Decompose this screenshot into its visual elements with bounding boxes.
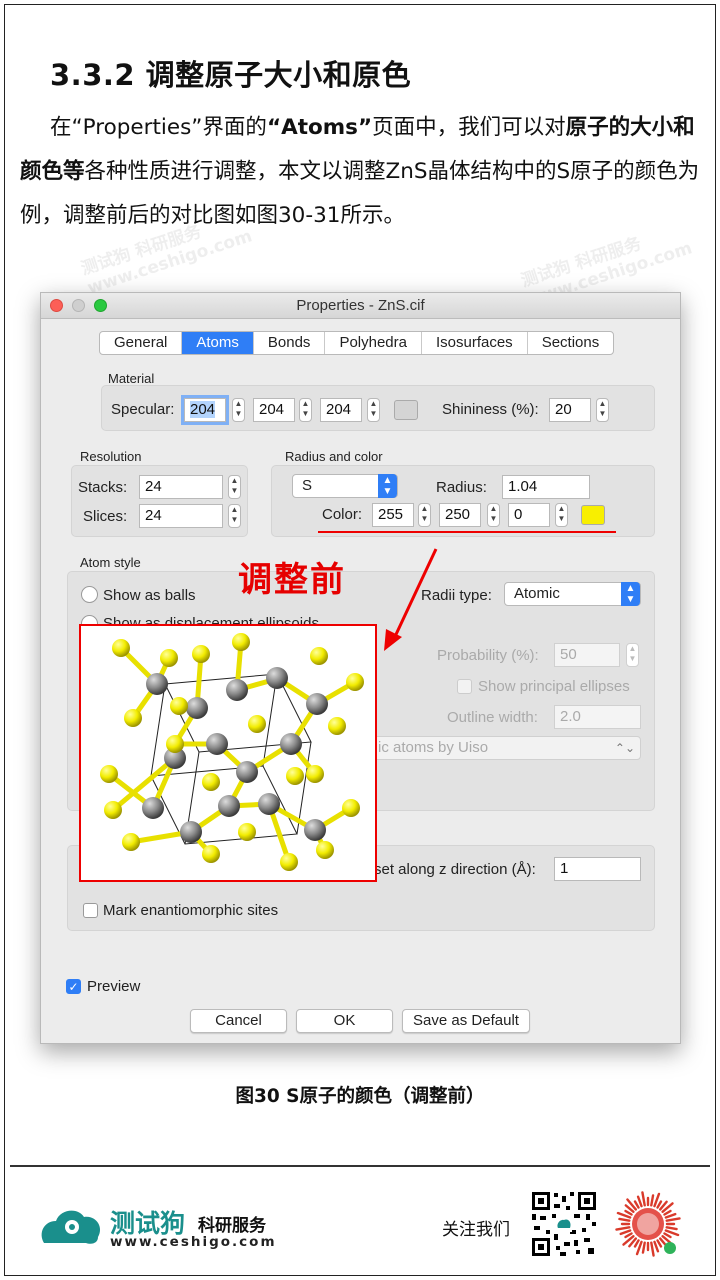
intro-paragraph: 在“Properties”界面的“Atoms”页面中，我们可以对原子的大小和颜色…: [20, 115, 700, 228]
tab-sections[interactable]: Sections: [528, 332, 614, 354]
code-ray: [663, 1209, 672, 1216]
stacks-input[interactable]: 24: [139, 475, 223, 499]
radii-type-select[interactable]: Atomic ▲ ▼: [504, 582, 641, 606]
tab-general[interactable]: General: [100, 332, 183, 354]
offset-label: set along z direction (Å):: [374, 861, 536, 878]
specular-label: Specular:: [111, 401, 175, 418]
radius-input[interactable]: 1.04: [502, 475, 590, 499]
code-ray: [633, 1239, 640, 1248]
color-g-input[interactable]: 250: [439, 503, 481, 527]
tab-atoms[interactable]: Atoms: [182, 332, 254, 354]
specular-b-stepper[interactable]: ▲ ▼: [367, 398, 380, 422]
color-b-stepper[interactable]: ▲ ▼: [555, 503, 568, 527]
slices-label: Slices:: [83, 508, 128, 525]
specular-g-input[interactable]: 204: [253, 398, 295, 422]
element-select[interactable]: S ▲ ▼: [292, 474, 398, 498]
chevron-updown-icon: ▲ ▼: [378, 474, 397, 498]
figure-caption: 图30 S原子的颜色（调整前）: [235, 1086, 485, 1107]
code-ray: [636, 1195, 643, 1208]
tab-isosurfaces[interactable]: Isosurfaces: [422, 332, 528, 354]
window-title: Properties - ZnS.cif: [296, 297, 425, 314]
section-title: 3.3.2 调整原子大小和原色: [50, 58, 412, 92]
material-group-label: Material: [108, 371, 155, 386]
mark-enantiomorphic-label: Mark enantiomorphic sites: [103, 902, 279, 919]
color-label: Color:: [322, 506, 363, 523]
tab-bonds[interactable]: Bonds: [254, 332, 326, 354]
code-ray: [615, 1226, 631, 1231]
annotation-arrow: [384, 548, 438, 651]
stacks-label: Stacks:: [78, 479, 128, 496]
offset-input[interactable]: 1: [554, 857, 641, 881]
ok-button[interactable]: OK: [296, 1009, 393, 1033]
window-titlebar: Properties - ZnS.cif: [41, 293, 680, 319]
stacks-stepper[interactable]: ▲ ▼: [228, 475, 241, 499]
probability-stepper[interactable]: ▲ ▼: [626, 643, 639, 667]
cancel-button[interactable]: Cancel: [190, 1009, 287, 1033]
ceshigo-logo-icon: [41, 1210, 101, 1244]
save-default-button[interactable]: Save as Default: [402, 1009, 530, 1033]
code-ray: [641, 1191, 646, 1207]
zns-crystal-image: [100, 633, 364, 871]
code-ray: [653, 1240, 660, 1253]
specular-b-input[interactable]: 204: [320, 398, 362, 422]
radius-label: Radius:: [436, 479, 487, 496]
specular-r-stepper[interactable]: ▲ ▼: [232, 398, 245, 422]
uiso-select[interactable]: ic atoms by Uiso ⌃⌄: [368, 736, 641, 760]
code-ray: [665, 1217, 681, 1222]
code-ray: [650, 1194, 655, 1207]
shininess-label: Shininess (%):: [442, 401, 539, 418]
color-b-input[interactable]: 0: [508, 503, 550, 527]
color-r-stepper[interactable]: ▲ ▼: [418, 503, 431, 527]
code-ray: [624, 1209, 633, 1216]
specular-color-swatch[interactable]: [394, 400, 418, 420]
code-ray: [656, 1239, 663, 1248]
code-ray: [663, 1232, 672, 1239]
specular-r-input[interactable]: 204: [181, 395, 229, 425]
code-ray: [641, 1241, 646, 1254]
brand-sub: 科研服务: [198, 1216, 266, 1236]
color-row-underline: [318, 531, 616, 533]
color-g-stepper[interactable]: ▲ ▼: [487, 503, 500, 527]
brand-url: www.ceshigo.com: [110, 1234, 277, 1250]
code-ray: [619, 1229, 632, 1236]
tab-bar: General Atoms Bonds Polyhedra Isosurface…: [99, 331, 615, 355]
slices-input[interactable]: 24: [139, 504, 223, 528]
preview-label: Preview: [87, 978, 141, 995]
outline-width-input[interactable]: 2.0: [554, 705, 641, 729]
follow-us-label: 关注我们: [442, 1220, 510, 1240]
show-as-balls-label: Show as balls: [103, 587, 196, 604]
code-ray: [664, 1212, 677, 1219]
chevron-updown-icon: ⌃⌄: [614, 741, 635, 755]
show-as-balls-radio[interactable]: [81, 586, 98, 603]
code-ray: [633, 1200, 640, 1209]
shininess-stepper[interactable]: ▲ ▼: [596, 398, 609, 422]
slices-stepper[interactable]: ▲ ▼: [228, 504, 241, 528]
shininess-input[interactable]: 20: [549, 398, 591, 422]
show-principal-label: Show principal ellipses: [478, 678, 630, 695]
probability-label: Probability (%):: [437, 647, 539, 664]
code-ray: [624, 1232, 633, 1239]
outline-width-label: Outline width:: [447, 709, 538, 726]
annotation-label: 调整前: [238, 560, 346, 600]
mini-program-code-icon[interactable]: [612, 1188, 684, 1260]
tab-polyhedra[interactable]: Polyhedra: [325, 332, 422, 354]
color-r-input[interactable]: 255: [372, 503, 414, 527]
show-principal-checkbox[interactable]: [457, 679, 472, 694]
preview-checkbox[interactable]: ✓: [66, 979, 81, 994]
code-ray: [656, 1200, 663, 1209]
crystal-structure-preview: [79, 624, 377, 882]
code-ray: [650, 1241, 655, 1257]
code-ray: [665, 1226, 678, 1231]
code-ray: [618, 1217, 631, 1222]
mark-enantiomorphic-checkbox[interactable]: [83, 903, 98, 918]
chevron-updown-icon: ▲ ▼: [621, 582, 640, 606]
resolution-group-label: Resolution: [80, 449, 142, 464]
atom-color-swatch[interactable]: [581, 505, 605, 525]
footer-divider: [10, 1165, 710, 1167]
radius-color-group-label: Radius and color: [285, 449, 383, 464]
atom-style-group-label: Atom style: [80, 555, 141, 570]
qr-code-icon[interactable]: [530, 1190, 598, 1258]
specular-g-stepper[interactable]: ▲ ▼: [299, 398, 312, 422]
probability-input[interactable]: 50: [554, 643, 620, 667]
